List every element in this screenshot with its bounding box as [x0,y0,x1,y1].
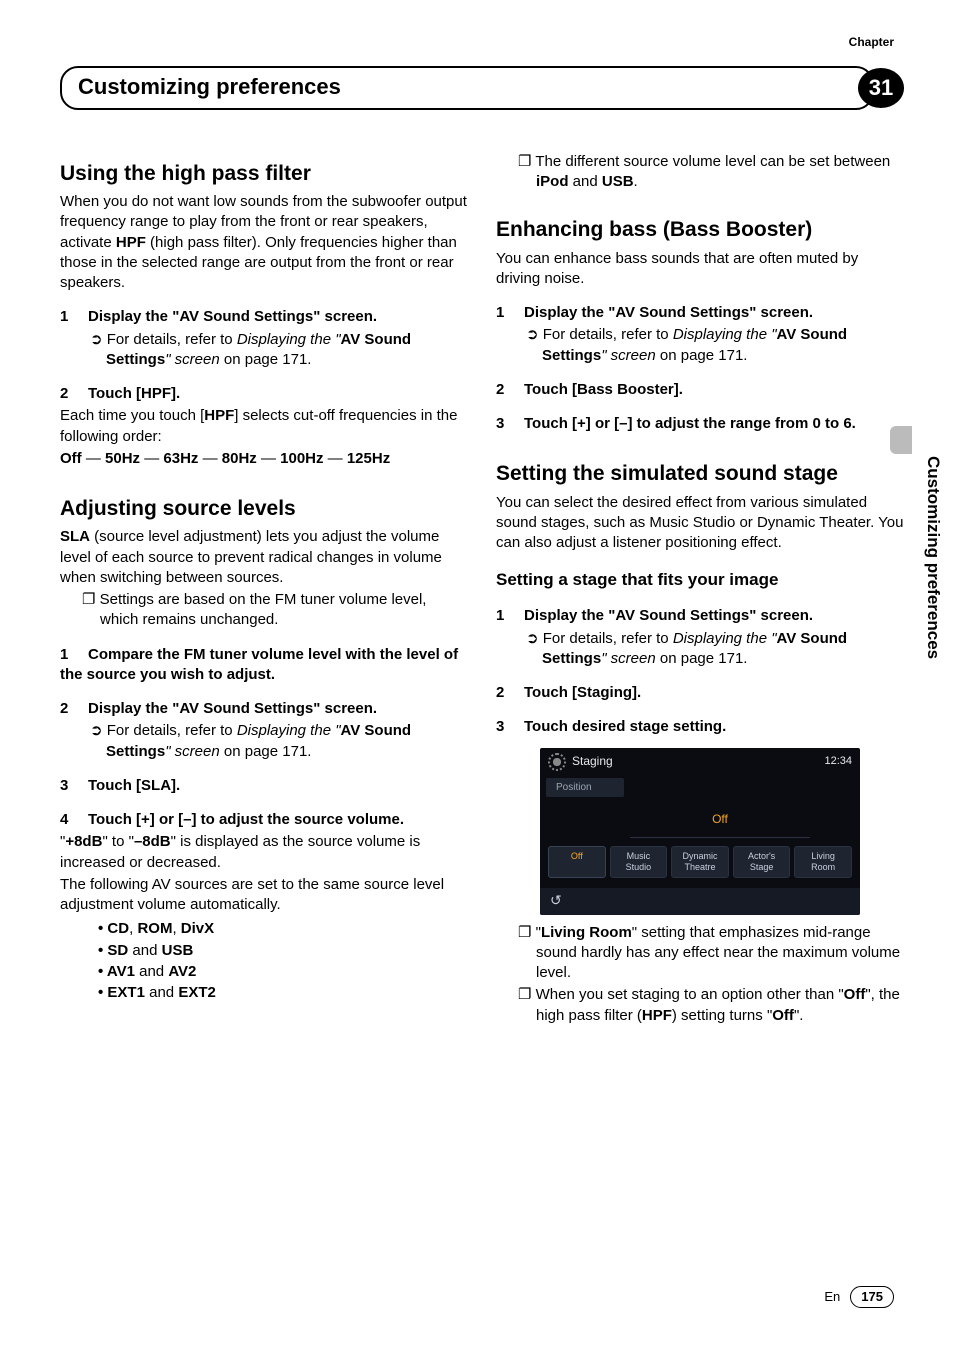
screenshot-header: Staging 12:34 [540,748,860,774]
chapter-label: Chapter [849,34,894,50]
staging-option-music-studio[interactable]: MusicStudio [610,846,668,878]
list-item: EXT1 and EXT2 [98,983,468,1003]
hpf-heading: Using the high pass filter [60,160,468,188]
staging-option-dynamic-theatre[interactable]: DynamicTheatre [671,846,729,878]
list-item: SD and USB [98,941,468,961]
staging-current-value: Off [630,807,810,838]
left-column: Using the high pass filter When you do n… [60,146,468,1028]
footer-lang: En [824,1288,840,1306]
side-tab-text: Customizing preferences [921,456,944,659]
hpf-step-1: 1Display the "AV Sound Settings" screen. [60,307,468,327]
screenshot-body: Position Off Off MusicStudio DynamicThea… [540,774,860,888]
back-button[interactable]: ↺ [540,888,860,915]
sla-auto-note: The following AV sources are set to the … [60,875,468,916]
sla-note: ❐ Settings are based on the FM tuner vol… [82,590,468,631]
chapter-title: Customizing preferences [60,66,874,110]
sla-step-4-desc: "+8dB" to "–8dB" is displayed as the sou… [60,832,468,873]
xref: ➲ For details, refer to Displaying the "… [526,629,904,670]
sla-heading: Adjusting source levels [60,495,468,523]
xref: ➲ For details, refer to Displaying the "… [90,721,468,762]
hpf-step-2: 2Touch [HPF]. [60,384,468,404]
staging-option-living-room[interactable]: LivingRoom [794,846,852,878]
chapter-header: Customizing preferences 31 [60,66,904,110]
sla-source-list: CD, ROM, DivX SD and USB AV1 and AV2 EXT… [98,919,468,1003]
staging-option-off[interactable]: Off [548,846,606,878]
staging-screenshot: Staging 12:34 Position Off Off MusicStud… [540,748,860,915]
footer-page-number: 175 [850,1286,894,1308]
xref: ➲ For details, refer to Displaying the "… [90,330,468,371]
hpf-sequence: Off — 50Hz — 63Hz — 80Hz — 100Hz — 125Hz [60,449,468,469]
sla-step-3: 3Touch [SLA]. [60,776,468,796]
stage-heading: Setting the simulated sound stage [496,460,904,488]
hpf-step-2-desc: Each time you touch [HPF] selects cut-of… [60,406,468,447]
source-volume-note: ❐ The different source volume level can … [518,152,904,193]
stage-subheading: Setting a stage that fits your image [496,569,904,592]
right-column: ❐ The different source volume level can … [496,146,904,1028]
bass-step-1: 1Display the "AV Sound Settings" screen. [496,303,904,323]
sla-step-2: 2Display the "AV Sound Settings" screen. [60,699,468,719]
sla-step-1: 1Compare the FM tuner volume level with … [60,645,468,686]
stage-step-1: 1Display the "AV Sound Settings" screen. [496,606,904,626]
sla-intro: SLA (source level adjustment) lets you a… [60,527,468,588]
staging-option-actors-stage[interactable]: Actor'sStage [733,846,791,878]
gear-icon [548,753,566,771]
position-button[interactable]: Position [546,778,624,798]
staging-options-row: Off MusicStudio DynamicTheatre Actor'sSt… [540,846,860,882]
stage-intro: You can select the desired effect from v… [496,493,904,554]
stage-note-2: ❐ When you set staging to an option othe… [518,985,904,1026]
bass-intro: You can enhance bass sounds that are oft… [496,249,904,290]
list-item: AV1 and AV2 [98,962,468,982]
manual-page: Chapter Customizing preferences 31 Custo… [0,0,954,1352]
bass-step-3: 3Touch [+] or [–] to adjust the range fr… [496,414,904,434]
sla-step-4: 4Touch [+] or [–] to adjust the source v… [60,810,468,830]
screenshot-clock: 12:34 [824,754,852,769]
chapter-number-badge: 31 [858,68,904,108]
page-footer: En 175 [824,1286,894,1308]
stage-note-1: ❐ "Living Room" setting that emphasizes … [518,923,904,984]
screenshot-title: Staging [572,753,613,769]
list-item: CD, ROM, DivX [98,919,468,939]
stage-step-2: 2Touch [Staging]. [496,683,904,703]
stage-step-3: 3Touch desired stage setting. [496,717,904,737]
bass-heading: Enhancing bass (Bass Booster) [496,216,904,244]
bass-step-2: 2Touch [Bass Booster]. [496,380,904,400]
hpf-intro: When you do not want low sounds from the… [60,192,468,293]
xref: ➲ For details, refer to Displaying the "… [526,325,904,366]
side-tab-marker [890,426,912,454]
